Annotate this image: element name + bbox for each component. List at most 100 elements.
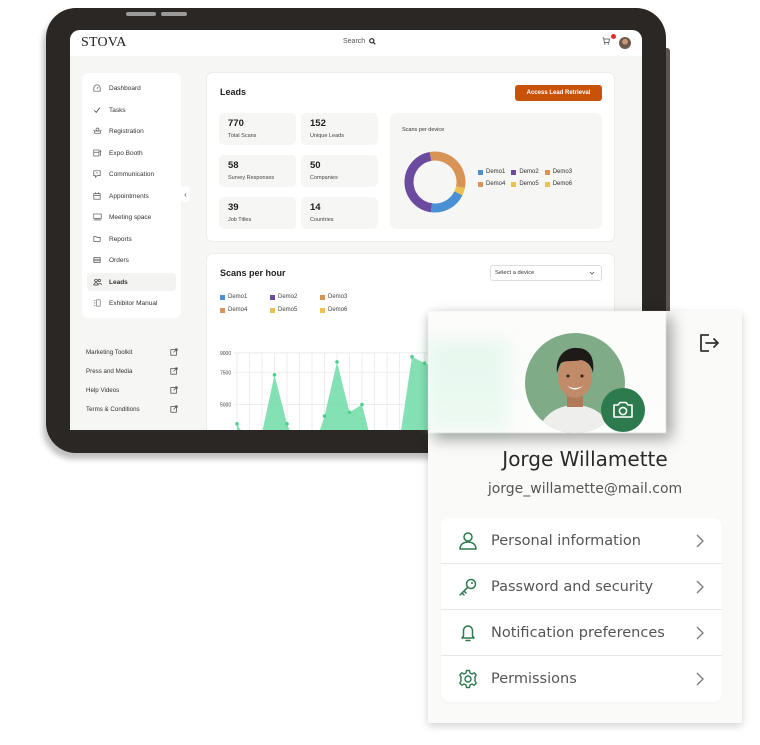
stat-value: 50: [310, 160, 321, 171]
donut-legend-item: Demo5: [511, 181, 539, 187]
area-series-scans: [237, 356, 450, 430]
key-icon: [457, 577, 479, 597]
orders-icon: [92, 256, 102, 264]
chevron-left-icon: ‹: [184, 189, 187, 199]
legend-label: Demo6: [552, 181, 573, 187]
stat-unique-leads: 152 Unique Leads: [301, 113, 378, 145]
donut-legend-item: Demo3: [544, 169, 572, 175]
donut-chart: [404, 151, 466, 213]
cart-icon[interactable]: [602, 37, 610, 45]
donut-legend-item: Demo2: [511, 169, 539, 175]
chevron-right-icon: [696, 534, 704, 547]
sidebar-item-label: Reports: [109, 235, 132, 243]
external-link-icon: [170, 367, 178, 375]
chevron-right-icon: [696, 672, 704, 686]
external-link-icon: [170, 405, 178, 413]
legend-swatch: [478, 169, 483, 175]
donut-legend-item: Demo1: [478, 169, 505, 175]
chat-icon: [92, 170, 102, 178]
sidebar-item-leads[interactable]: Leads: [87, 273, 176, 291]
sidebar-item-expo-booth[interactable]: Expo Booth: [87, 144, 176, 162]
stat-countries: 14 Countries: [301, 197, 378, 229]
logout-button[interactable]: [698, 333, 720, 358]
search-button[interactable]: Search: [343, 38, 376, 45]
donut-slice-demo5: [454, 186, 465, 196]
stova-logo[interactable]: STOVA: [81, 35, 127, 51]
profile-name: Jorge Willamette: [502, 447, 668, 471]
folder-icon: [92, 235, 102, 243]
sidebar-item-label: Registration: [109, 127, 144, 135]
sidebar-item-reports[interactable]: Reports: [87, 230, 176, 248]
sidebar-item-label: Orders: [109, 256, 129, 264]
legend-label: Demo4: [486, 181, 506, 187]
y-tick-label: 7500: [220, 370, 231, 376]
sidebar-item-exhibitor-manual[interactable]: Exhibitor Manual: [87, 294, 176, 312]
stat-label: Unique Leads: [310, 133, 344, 139]
donut-slice-demo3: [429, 151, 466, 189]
sidebar-item-communication[interactable]: Communication: [87, 165, 176, 183]
donut-legend: Demo1 Demo2 Demo3 Demo4 Demo5 Demo6: [478, 169, 572, 187]
access-lead-retrieval-button[interactable]: Access Lead Retrieval: [515, 85, 602, 101]
chevron-right-icon: [696, 580, 704, 593]
stat-value: 58: [228, 160, 239, 171]
donut-slice-demo2: [404, 151, 433, 213]
sidebar-item-appointments[interactable]: Appointments: [87, 187, 176, 205]
external-link-marketing-toolkit[interactable]: Marketing Toolkit: [86, 348, 178, 356]
sidebar-item-label: Leads: [109, 278, 128, 286]
stat-survey-responses: 58 Survey Responses: [219, 155, 296, 187]
leads-card: Leads Access Lead Retrieval 770 Total Sc…: [206, 72, 615, 242]
users-icon: [92, 278, 102, 286]
change-photo-button[interactable]: [601, 388, 645, 432]
sidebar-item-dashboard[interactable]: Dashboard: [87, 79, 176, 97]
y-tick-label: 9000: [220, 351, 231, 357]
external-link-icon: [170, 386, 178, 394]
stat-job-titles: 39 Job Titles: [219, 197, 296, 229]
external-link-press-and-media[interactable]: Press and Media: [86, 367, 178, 375]
data-point: [285, 422, 289, 426]
menu-item-label: Password and security: [491, 578, 654, 595]
data-point: [322, 414, 327, 418]
legend-swatch: [478, 181, 483, 187]
profile-panel: Jorge Willamette jorge_willamette@mail.c…: [428, 311, 742, 723]
stat-value: 39: [228, 202, 239, 213]
menu-item-label: Permissions: [491, 671, 577, 687]
external-link-terms-and-conditions[interactable]: Terms & Conditions: [86, 405, 178, 413]
check-icon: [92, 106, 102, 114]
data-point: [347, 410, 352, 415]
y-tick-label: 5000: [220, 403, 231, 409]
meeting-icon: [92, 213, 102, 221]
dashboard-icon: [92, 84, 102, 92]
sidebar-item-tasks[interactable]: Tasks: [87, 101, 176, 119]
stat-companies: 50 Companies: [301, 155, 378, 187]
sidebar-item-orders[interactable]: Orders: [87, 251, 176, 269]
menu-item-personal-information[interactable]: Personal information: [441, 518, 722, 564]
cart-badge: [611, 34, 616, 39]
stat-label: Survey Responses: [228, 175, 275, 181]
sidebar-item-label: Dashboard: [109, 84, 141, 92]
data-point: [360, 402, 364, 407]
sidebar-item-registration[interactable]: Registration: [87, 122, 176, 140]
legend-label: Demo2: [519, 169, 539, 175]
user-avatar[interactable]: [619, 37, 631, 49]
external-link-label: Help Videos: [86, 386, 120, 394]
stat-total-scans: 770 Total Scans: [219, 113, 296, 145]
gear-icon: [457, 669, 479, 689]
top-bar: STOVA Search: [70, 30, 642, 56]
menu-item-permissions[interactable]: Permissions: [441, 656, 722, 702]
legend-swatch: [544, 169, 550, 175]
data-point: [272, 373, 277, 377]
external-link-icon: [170, 348, 178, 356]
external-link-help-videos[interactable]: Help Videos: [86, 386, 178, 394]
donut-title: Scans per device: [402, 127, 445, 133]
sidebar-item-label: Appointments: [109, 192, 149, 200]
sidebar: Dashboard Tasks Registration Expo Booth …: [82, 73, 181, 318]
menu-item-notification-preferences[interactable]: Notification preferences: [441, 610, 722, 656]
menu-item-password-and-security[interactable]: Password and security: [441, 564, 722, 610]
external-link-label: Press and Media: [86, 367, 133, 375]
profile-email: jorge_willamette@mail.com: [487, 481, 683, 497]
external-link-label: Marketing Toolkit: [86, 348, 133, 356]
sidebar-item-label: Tasks: [109, 106, 126, 114]
legend-label: Demo5: [519, 181, 539, 187]
sidebar-item-meeting-space[interactable]: Meeting space: [87, 208, 176, 226]
sidebar-collapse-button[interactable]: ‹: [181, 186, 190, 202]
